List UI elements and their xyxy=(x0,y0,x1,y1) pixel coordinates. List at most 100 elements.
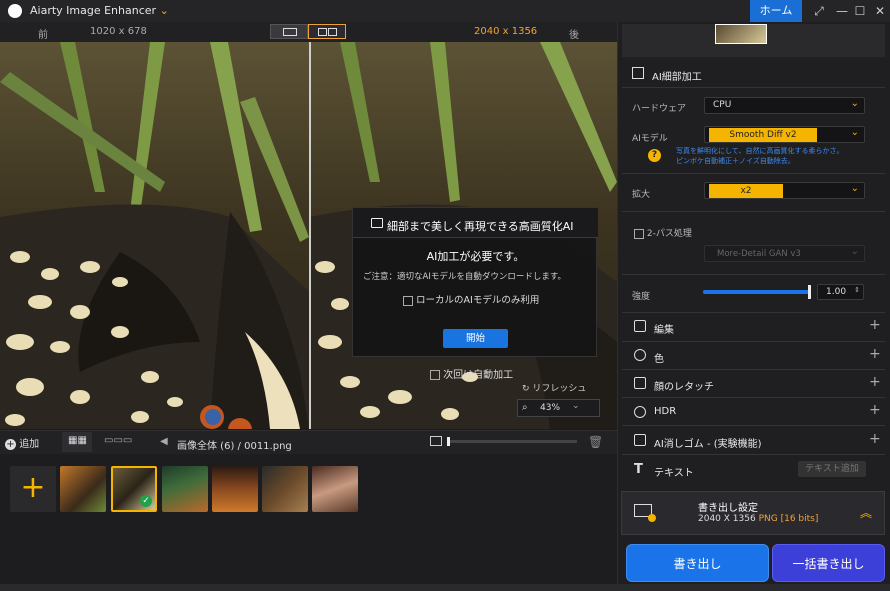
app-title[interactable]: Aiarty Image Enhancer ⌄ xyxy=(30,4,169,17)
color-palette-icon xyxy=(634,349,646,361)
edit-icon xyxy=(634,320,646,332)
preview-navigator xyxy=(622,24,885,57)
checkbox-icon xyxy=(403,295,413,306)
section-ai-eraser[interactable]: AI消しゴム - (実験機能) xyxy=(654,435,762,450)
thumbnail-portrait[interactable] xyxy=(312,466,358,512)
checkmark-icon: ✓ xyxy=(140,495,152,507)
hardware-dropdown[interactable]: CPU ⌄ xyxy=(704,97,865,114)
ai-detail-icon xyxy=(632,67,644,79)
strength-handle[interactable] xyxy=(807,285,811,299)
side-by-side-toggle[interactable] xyxy=(308,24,346,39)
ai-process-dialog: 細部まで美しく再現できる高画質化AI AI加工が必要です。 ご注意：適切なAIモ… xyxy=(352,207,598,357)
chevron-down-icon: ⌄ xyxy=(850,183,859,194)
expand-color-icon[interactable]: + xyxy=(869,346,881,362)
back-icon[interactable]: ◀ xyxy=(160,436,168,447)
expand-edit-icon[interactable]: + xyxy=(869,317,881,333)
gear-icon xyxy=(648,514,656,522)
expand-eraser-icon[interactable]: + xyxy=(869,431,881,447)
image-icon xyxy=(430,436,442,446)
export-format: PNG xyxy=(758,514,778,524)
trash-icon[interactable]: 🗑 xyxy=(588,435,603,449)
help-icon[interactable]: ? xyxy=(648,149,661,162)
section-edit[interactable]: 編集 xyxy=(654,321,674,336)
expand-hdr-icon[interactable]: + xyxy=(869,402,881,418)
app-logo-icon xyxy=(8,4,22,18)
separator xyxy=(622,341,885,342)
thumbnail-burger[interactable] xyxy=(212,466,258,512)
add-image-tile[interactable]: + xyxy=(10,466,56,512)
export-size: 2040 X 1356 xyxy=(698,514,756,524)
dialog-required-text: AI加工が必要です。 xyxy=(426,250,525,263)
butterfly-image-before xyxy=(0,42,309,429)
eraser-icon xyxy=(634,434,646,446)
scale-label: 拡大 xyxy=(632,190,651,200)
breadcrumb-scope[interactable]: 画像全体 (6) xyxy=(177,441,234,452)
before-image[interactable] xyxy=(0,42,309,429)
separator xyxy=(622,312,885,313)
app-title-text: Aiarty Image Enhancer xyxy=(30,4,157,17)
navigator-viewport[interactable] xyxy=(715,24,767,44)
grid-view-button[interactable]: ▦▦ xyxy=(62,432,92,452)
export-settings[interactable]: 書き出し設定 2040 X 1356 PNG [16 bits] ︽ xyxy=(621,491,885,535)
side-by-side-icon xyxy=(318,28,327,36)
add-images-button[interactable]: + 追加 xyxy=(5,435,39,450)
two-pass-model-value: More-Detail GAN v3 xyxy=(717,249,801,259)
two-pass-model-dropdown[interactable]: More-Detail GAN v3 ⌄ xyxy=(704,245,865,262)
section-text[interactable]: テキスト xyxy=(654,464,694,479)
start-button[interactable]: 開始 xyxy=(443,329,508,348)
chevron-down-icon: ⌄ xyxy=(159,4,169,17)
breadcrumb: 画像全体 (6) / 0011.png xyxy=(177,437,292,452)
thumb-size-slider[interactable] xyxy=(447,437,577,446)
thumbnail-forest[interactable] xyxy=(162,466,208,512)
refresh-icon: ↻ xyxy=(522,384,530,394)
add-text-button[interactable]: テキスト追加 xyxy=(798,461,866,477)
strength-value: 1.00 xyxy=(826,287,847,297)
separator xyxy=(622,274,885,275)
batch-export-button[interactable]: 一括書き出し xyxy=(772,544,885,582)
hdr-icon xyxy=(634,406,646,418)
monitor-icon xyxy=(371,218,383,228)
thumbnail-dog[interactable] xyxy=(262,466,308,512)
chevron-down-icon: ⌄ xyxy=(850,127,859,138)
refresh-button[interactable]: ↻ リフレッシュ xyxy=(522,381,586,394)
dialog-note: ご注意：適切なAIモデルを自動ダウンロードします。 xyxy=(363,272,566,282)
chevron-down-icon: ⌄ xyxy=(572,401,580,411)
separator xyxy=(622,211,885,212)
strip-icon: ▭▭▭ xyxy=(104,435,133,446)
refresh-label: リフレッシュ xyxy=(532,384,587,394)
expand-face-icon[interactable]: + xyxy=(869,374,881,390)
slider-handle[interactable] xyxy=(447,437,450,446)
thumbnail-tiger[interactable] xyxy=(60,466,106,512)
export-settings-title: 書き出し設定 xyxy=(698,503,758,514)
hardware-label: ハードウェア xyxy=(632,104,687,114)
breadcrumb-filename: 0011.png xyxy=(244,441,292,452)
strength-slider[interactable] xyxy=(703,285,811,299)
split-view-toggle[interactable] xyxy=(270,24,308,39)
two-pass-checkbox[interactable]: 2-パス処理 xyxy=(634,226,692,239)
scale-dropdown[interactable]: x2 ⌄ xyxy=(704,182,865,199)
model-label: AIモデル xyxy=(632,134,668,144)
home-button[interactable]: ホーム xyxy=(750,0,802,22)
model-dropdown[interactable]: Smooth Diff v2 ⌄ xyxy=(704,126,865,143)
auto-process-checkbox[interactable]: 次回は自動加工 xyxy=(430,366,513,381)
strength-input[interactable]: 1.00 ⇕ xyxy=(817,284,864,300)
section-color[interactable]: 色 xyxy=(654,350,664,365)
zoom-icon: ⌕ xyxy=(522,402,528,413)
compare-divider[interactable] xyxy=(309,42,311,429)
close-button[interactable]: ✕ xyxy=(866,0,890,22)
chevron-down-icon: ⌄ xyxy=(850,98,859,109)
model-description-2: ピンボケ自動補正＋ノイズ自動除去。 xyxy=(676,157,795,165)
strength-fill xyxy=(703,290,810,294)
separator xyxy=(622,454,885,455)
chevron-up-icon[interactable]: ︽ xyxy=(860,504,872,521)
export-button[interactable]: 書き出し xyxy=(626,544,769,582)
section-face-retouch[interactable]: 顔のレタッチ xyxy=(654,378,714,393)
stepper-icon[interactable]: ⇕ xyxy=(854,286,860,294)
checkbox-icon xyxy=(430,370,440,380)
zoom-control[interactable]: ⌕ 43% ⌄ xyxy=(517,399,600,417)
chevron-down-icon: ⌄ xyxy=(850,246,859,257)
section-hdr[interactable]: HDR xyxy=(654,406,676,417)
thumbnail-butterfly-selected[interactable]: ✓ xyxy=(111,466,157,512)
local-model-checkbox[interactable]: ローカルのAIモデルのみ利用 xyxy=(403,292,539,306)
strip-view-button[interactable]: ▭▭▭ xyxy=(100,432,133,452)
